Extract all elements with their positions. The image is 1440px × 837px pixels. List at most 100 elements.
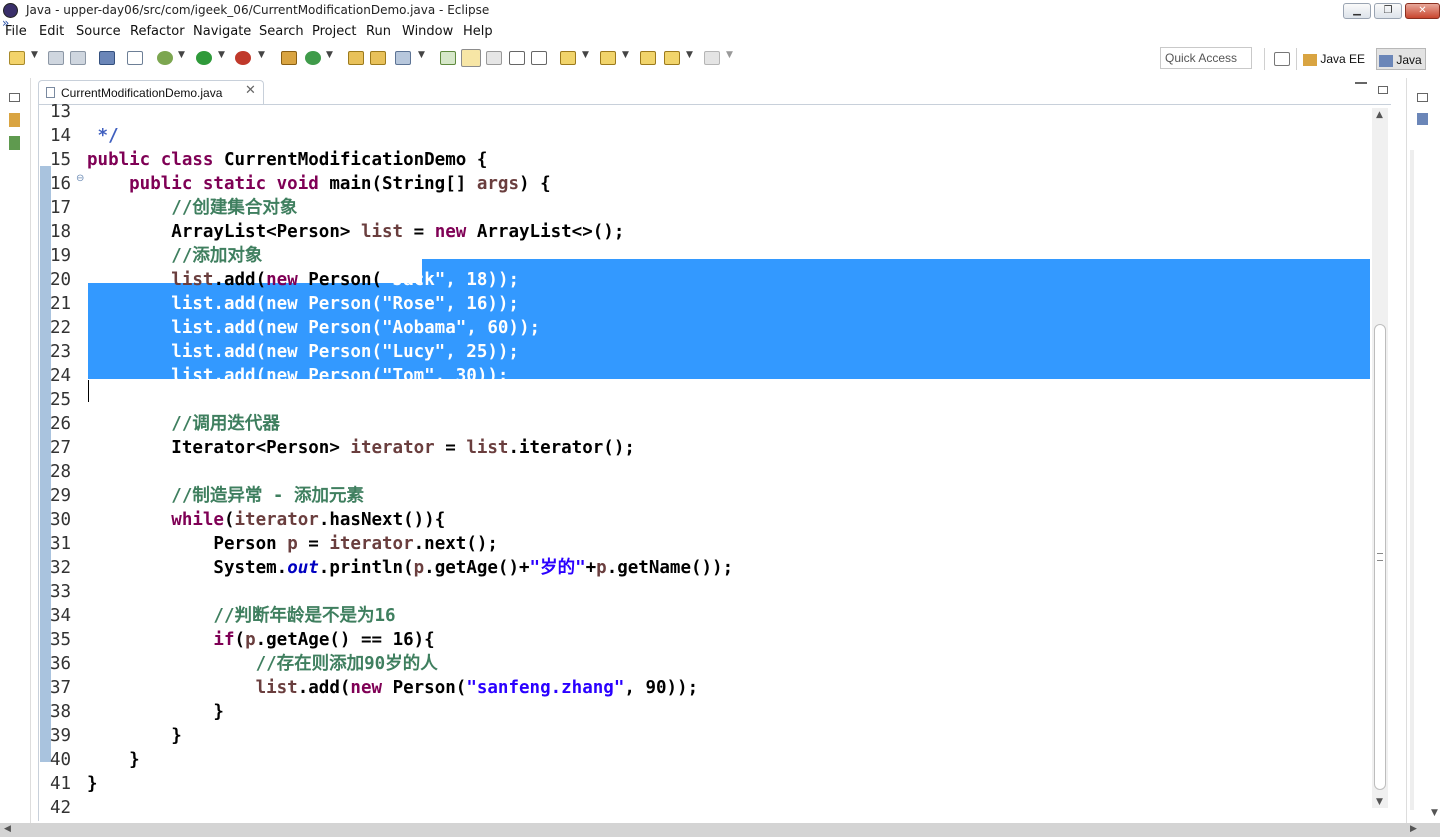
scroll-left-arrow-icon[interactable]: ◀ xyxy=(4,824,11,834)
package-explorer-icon[interactable] xyxy=(9,113,20,127)
perspective-java[interactable]: Java xyxy=(1376,48,1426,70)
restore-view-icon[interactable] xyxy=(9,93,20,102)
dropdown-arrow-icon[interactable]: ▼ xyxy=(218,50,225,60)
code-line[interactable]: 15 public class CurrentModificationDemo { xyxy=(50,148,1370,172)
back-icon[interactable] xyxy=(664,51,680,65)
code-line[interactable]: 41} xyxy=(50,772,1370,796)
code-line[interactable]: 23 list.add(new Person("Lucy", 25)); xyxy=(50,340,1370,364)
code-line[interactable]: 33 xyxy=(50,580,1370,604)
quick-access-input[interactable]: Quick Access xyxy=(1160,47,1252,69)
toggle-mark-occurrences-icon[interactable] xyxy=(440,51,456,65)
dropdown-arrow-icon[interactable]: ▼ xyxy=(686,50,693,60)
new-icon[interactable] xyxy=(9,51,25,65)
code-line[interactable]: 39 } xyxy=(50,724,1370,748)
fold-toggle-icon[interactable]: ⊖ xyxy=(76,173,84,184)
code-line[interactable]: 31 Person p = iterator.next(); xyxy=(50,532,1370,556)
dropdown-arrow-icon[interactable]: ▼ xyxy=(726,50,733,60)
run-icon[interactable] xyxy=(196,51,212,65)
code-token: new xyxy=(434,222,467,242)
next-annotation-icon[interactable] xyxy=(560,51,576,65)
horizontal-scrollbar[interactable]: ◀ ▶ xyxy=(0,823,1440,837)
toggle-block-selection-icon[interactable] xyxy=(461,49,481,67)
code-line[interactable]: 30 while(iterator.hasNext()){ xyxy=(50,508,1370,532)
editor-word-wrap-icon[interactable] xyxy=(509,51,525,65)
menu-window[interactable]: Window xyxy=(402,24,453,39)
code-line[interactable]: 21 list.add(new Person("Rose", 16)); xyxy=(50,292,1370,316)
save-icon[interactable] xyxy=(48,51,64,65)
scroll-down-arrow-icon[interactable]: ▼ xyxy=(1376,797,1383,807)
dropdown-arrow-icon[interactable]: ▼ xyxy=(326,50,333,60)
save-all-icon[interactable] xyxy=(70,51,86,65)
menu-edit[interactable]: Edit xyxy=(39,24,64,39)
dropdown-arrow-icon[interactable]: ▼ xyxy=(31,50,38,60)
restore-view-icon[interactable] xyxy=(1417,93,1428,102)
menu-project[interactable]: Project xyxy=(312,24,356,39)
code-line[interactable]: 24 list.add(new Person("Tom", 30)); xyxy=(50,364,1370,388)
previous-annotation-icon[interactable] xyxy=(600,51,616,65)
menu-search[interactable]: Search xyxy=(259,24,304,39)
minimize-editor-icon[interactable] xyxy=(1355,82,1367,84)
code-line[interactable]: 40 } xyxy=(50,748,1370,772)
dropdown-arrow-icon[interactable]: ▼ xyxy=(258,50,265,60)
dropdown-arrow-icon[interactable]: ▼ xyxy=(418,50,425,60)
menu-run[interactable]: Run xyxy=(366,24,391,39)
outer-scrollbar[interactable] xyxy=(1410,150,1414,810)
scroll-right-arrow-icon[interactable]: ▶ xyxy=(1410,824,1417,834)
open-type-icon[interactable] xyxy=(348,51,364,65)
show-whitespace-icon[interactable] xyxy=(486,51,502,65)
search-icon[interactable] xyxy=(395,51,411,65)
maximize-editor-icon[interactable] xyxy=(1378,86,1388,94)
close-tab-icon[interactable]: ✕ xyxy=(245,83,256,98)
code-line[interactable]: 36 //存在则添加90岁的人 xyxy=(50,652,1370,676)
open-perspective-icon[interactable] xyxy=(1274,52,1290,66)
new-java-class-icon[interactable] xyxy=(305,51,321,65)
code-token: iterator xyxy=(350,438,435,458)
code-line[interactable]: 25 xyxy=(50,388,1370,412)
code-line[interactable]: 28 xyxy=(50,460,1370,484)
dropdown-arrow-icon[interactable]: ▼ xyxy=(178,50,185,60)
scroll-up-arrow-icon[interactable]: ▲ xyxy=(1376,110,1383,120)
menu-refactor[interactable]: Refactor xyxy=(130,24,185,39)
menu-help[interactable]: Help xyxy=(463,24,493,39)
type-hierarchy-icon[interactable] xyxy=(9,136,20,150)
open-task-icon[interactable] xyxy=(370,51,386,65)
external-tools-icon[interactable] xyxy=(235,51,251,65)
perspective-java-ee[interactable]: Java EE xyxy=(1303,48,1371,70)
restore-button[interactable]: ❐ xyxy=(1374,3,1402,19)
code-line[interactable]: 19 //添加对象 xyxy=(50,244,1370,268)
minimize-button[interactable]: ▁ xyxy=(1343,3,1371,19)
menu-source[interactable]: Source xyxy=(76,24,121,39)
code-line[interactable]: 14 */ xyxy=(50,124,1370,148)
scroll-down-arrow-icon[interactable]: ▼ xyxy=(1431,808,1438,818)
code-line[interactable]: 17 //创建集合对象 xyxy=(50,196,1370,220)
menu-navigate[interactable]: Navigate xyxy=(193,24,251,39)
code-line[interactable]: 22 list.add(new Person("Aobama", 60)); xyxy=(50,316,1370,340)
code-line[interactable]: 13 xyxy=(50,100,1370,124)
code-line[interactable]: 29 //制造异常 - 添加元素 xyxy=(50,484,1370,508)
vertical-scrollbar-thumb[interactable] xyxy=(1374,324,1386,790)
forward-icon[interactable] xyxy=(704,51,720,65)
code-line[interactable]: 20 list.add(new Person("Jack", 18)); xyxy=(50,268,1370,292)
code-line[interactable]: 16 ⊖ public static void main(String[] arg… xyxy=(50,172,1370,196)
debug-icon[interactable] xyxy=(157,51,173,65)
skip-breakpoints-icon[interactable] xyxy=(127,51,143,65)
code-line[interactable]: 37 list.add(new Person("sanfeng.zhang", … xyxy=(50,676,1370,700)
code-line[interactable]: 35 if(p.getAge() == 16){ xyxy=(50,628,1370,652)
code-line[interactable]: 38 } xyxy=(50,700,1370,724)
dropdown-arrow-icon[interactable]: ▼ xyxy=(622,50,629,60)
paragraph-icon[interactable] xyxy=(531,51,547,65)
menu-file[interactable]: File xyxy=(5,24,27,39)
code-line[interactable]: 27 Iterator<Person> iterator = list.iter… xyxy=(50,436,1370,460)
code-line[interactable]: 26 //调用迭代器 xyxy=(50,412,1370,436)
print-icon[interactable] xyxy=(99,51,115,65)
code-line[interactable]: 42 xyxy=(50,796,1370,820)
code-line[interactable]: 34 //判断年龄是不是为16 xyxy=(50,604,1370,628)
code-line[interactable]: 32 System.out.println(p.getAge()+"岁的"+p.… xyxy=(50,556,1370,580)
dropdown-arrow-icon[interactable]: ▼ xyxy=(582,50,589,60)
last-edit-location-icon[interactable] xyxy=(640,51,656,65)
close-button[interactable]: ✕ xyxy=(1405,3,1440,19)
outline-icon[interactable] xyxy=(1417,113,1428,125)
code-line[interactable]: 18 ArrayList<Person> list = new ArrayLis… xyxy=(50,220,1370,244)
new-java-package-icon[interactable] xyxy=(281,51,297,65)
